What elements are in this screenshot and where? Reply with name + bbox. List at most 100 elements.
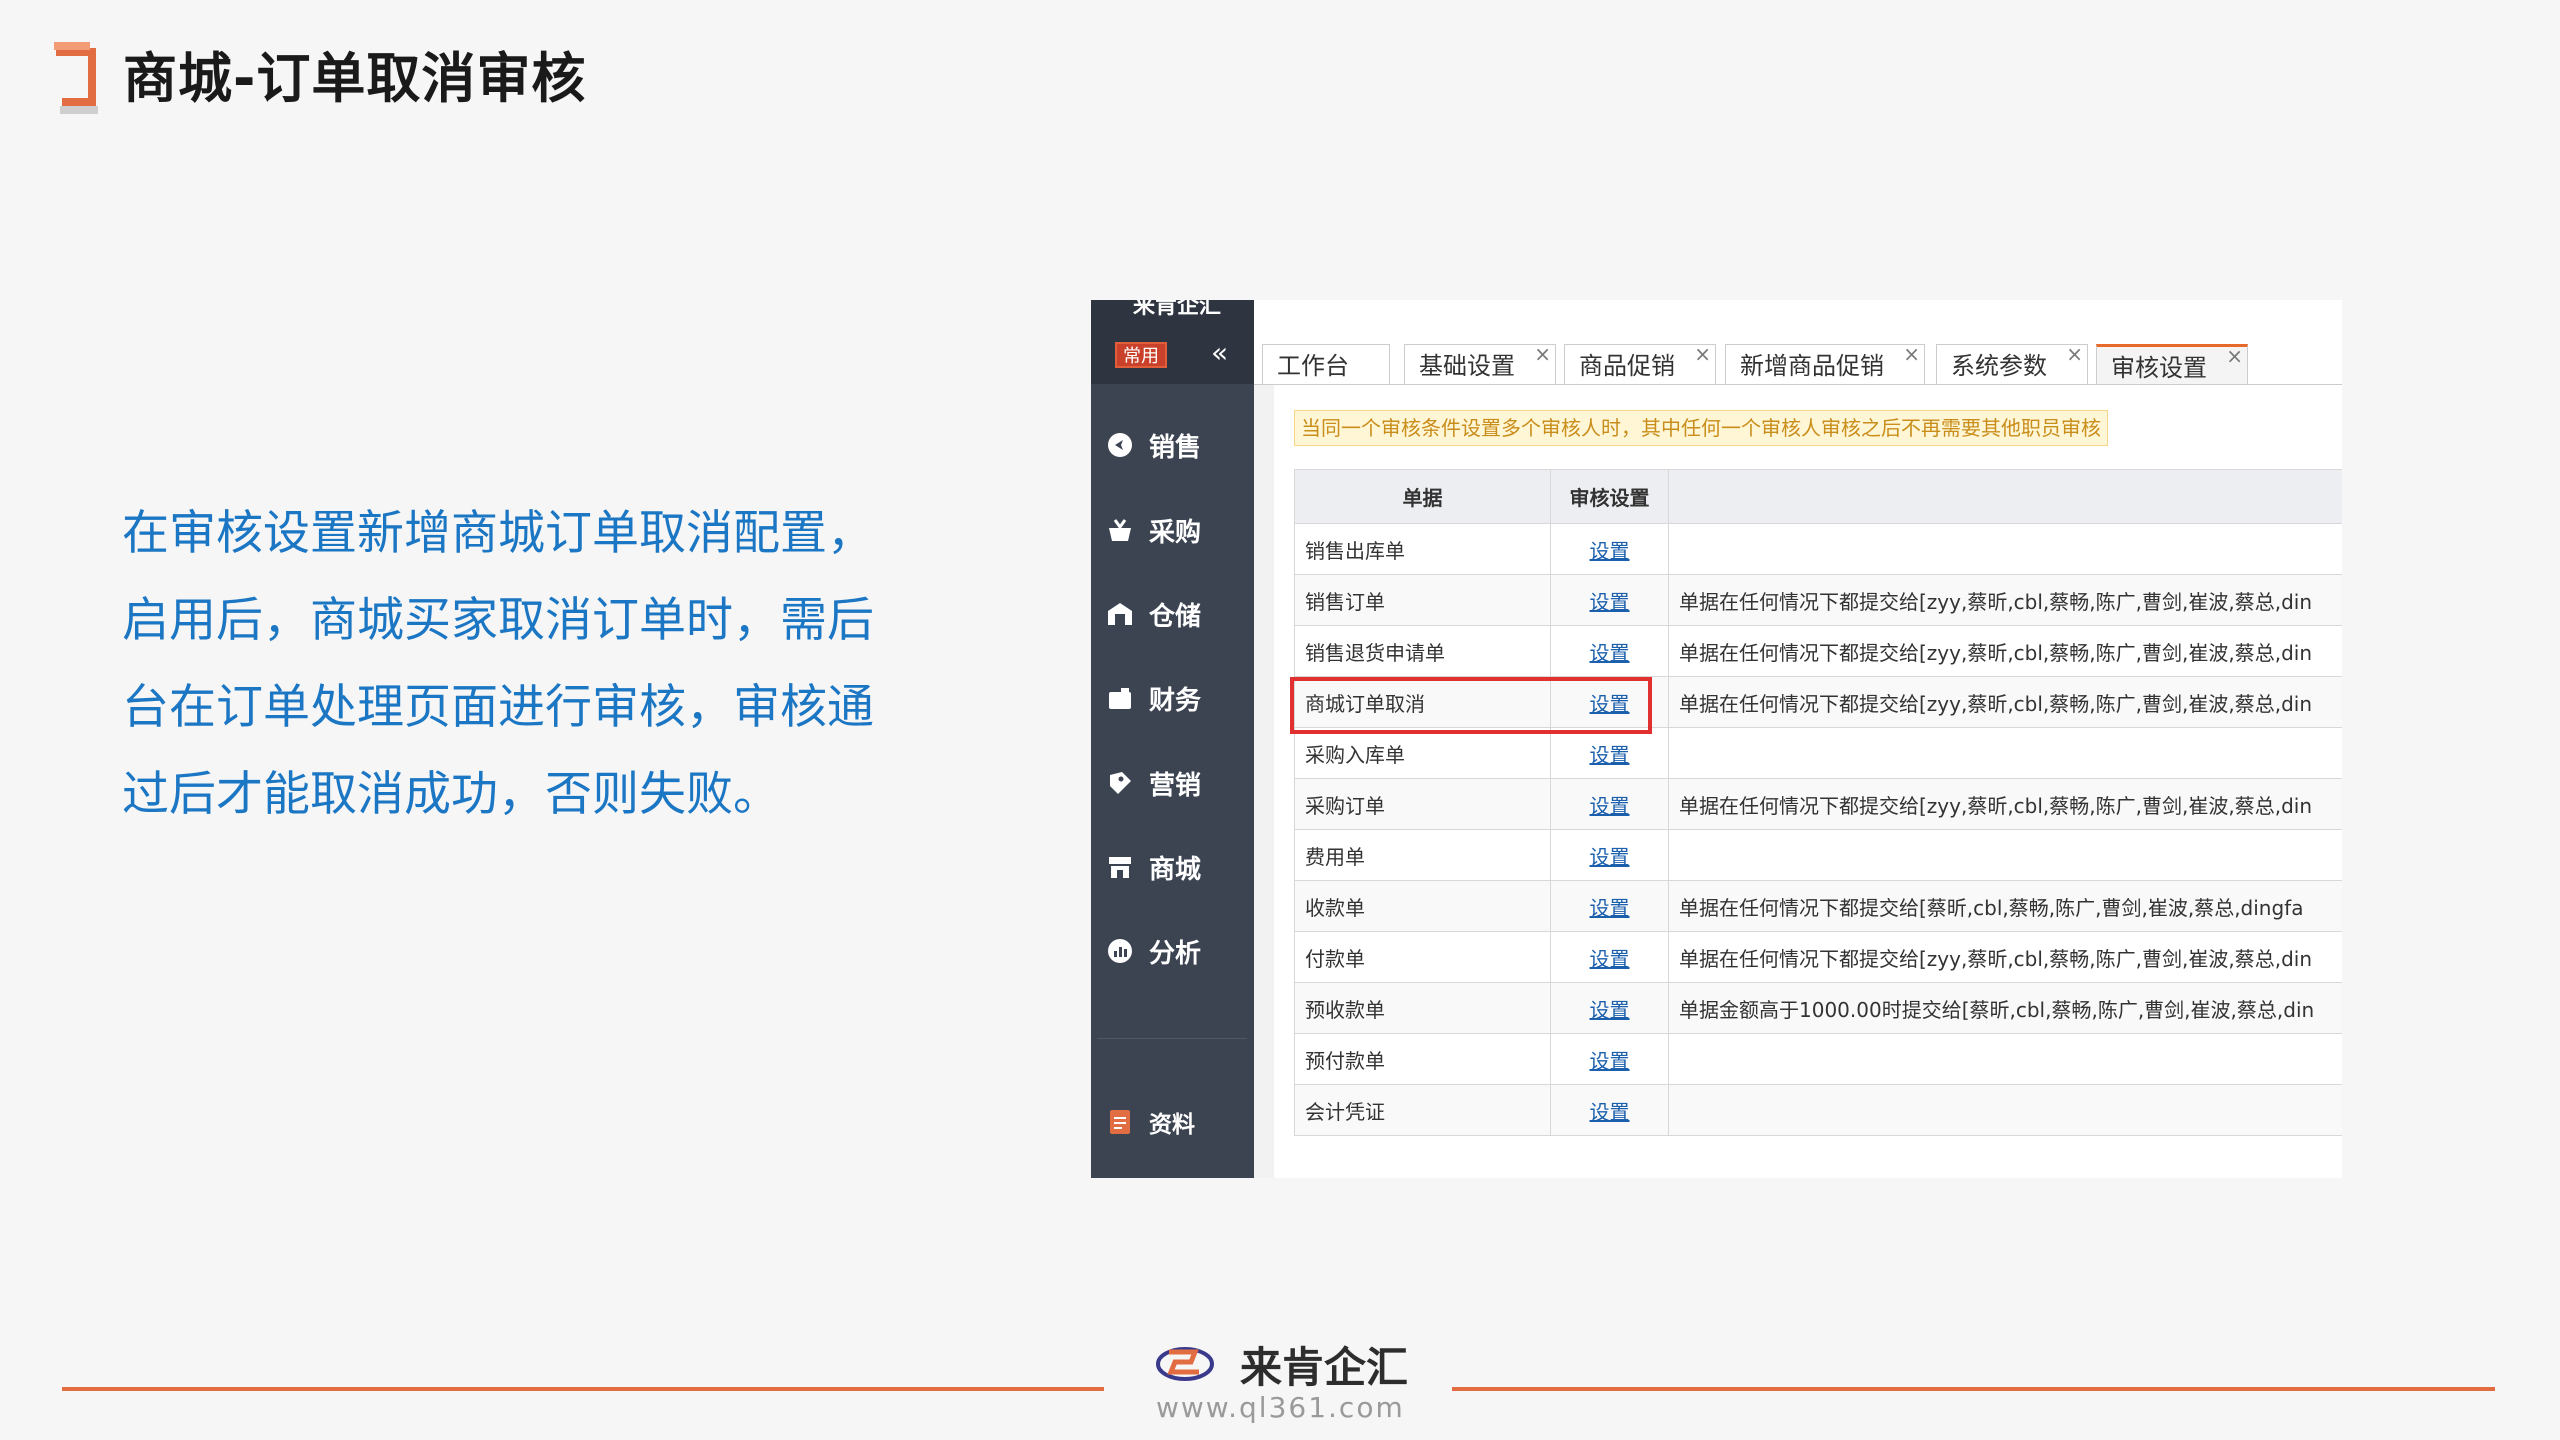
- settings-link[interactable]: 设置: [1590, 947, 1630, 971]
- table-row: 付款单 设置 单据在任何情况下都提交给[zyy,蔡昕,cbl,蔡畅,陈广,曹剑,崔波…: [1294, 931, 2342, 983]
- document-icon: [1105, 1107, 1135, 1137]
- notice-banner: 当同一个审核条件设置多个审核人时，其中任何一个审核人审核之后不再需要其他职员审核: [1294, 410, 2108, 446]
- action-cell: 设置: [1550, 931, 1669, 983]
- rule-cell: 单据在任何情况下都提交给[zyy,蔡昕,cbl,蔡畅,陈广,曹剑,崔波,蔡总,d…: [1668, 778, 2342, 830]
- tab-system-params[interactable]: 系统参数 ×: [1936, 342, 2088, 384]
- rule-cell: 单据在任何情况下都提交给[蔡昕,cbl,蔡畅,陈广,曹剑,崔波,蔡总,dingf…: [1668, 880, 2342, 932]
- document-cell: 销售订单: [1294, 574, 1551, 626]
- tab-bar: 工作台 基础设置 × 商品促销 × 新增商品促销 × 系统参数 × 审核设置 ×: [1254, 334, 2342, 385]
- document-cell: 预收款单: [1294, 982, 1551, 1034]
- table-row: 商城订单取消 设置 单据在任何情况下都提交给[zyy,蔡昕,cbl,蔡畅,陈广,曹剑…: [1294, 676, 2342, 728]
- column-header-document: 单据: [1294, 469, 1551, 524]
- action-cell: 设置: [1550, 982, 1669, 1034]
- settings-link[interactable]: 设置: [1590, 590, 1630, 614]
- page-title: 商城-订单取消审核: [123, 47, 587, 110]
- tab-label: 系统参数: [1951, 352, 2047, 380]
- rule-cell: 单据金额高于1000.00时提交给[蔡昕,cbl,蔡畅,陈广,曹剑,崔波,蔡总,…: [1668, 982, 2342, 1034]
- analysis-icon: [1105, 936, 1135, 966]
- close-icon[interactable]: ×: [1903, 333, 1920, 375]
- tab-product-promotion[interactable]: 商品促销 ×: [1564, 342, 1716, 384]
- common-menu-button[interactable]: 常用: [1115, 342, 1167, 368]
- settings-link[interactable]: 设置: [1590, 743, 1630, 767]
- sidebar-item-finance[interactable]: 财务: [1105, 678, 1201, 718]
- settings-link[interactable]: 设置: [1590, 1100, 1630, 1124]
- settings-link[interactable]: 设置: [1590, 896, 1630, 920]
- action-cell: 设置: [1550, 829, 1669, 881]
- document-cell: 收款单: [1294, 880, 1551, 932]
- rule-cell: 单据在任何情况下都提交给[zyy,蔡昕,cbl,蔡畅,陈广,曹剑,崔波,蔡总,d…: [1668, 676, 2342, 728]
- document-cell: 商城订单取消: [1294, 676, 1551, 728]
- purchase-icon: [1105, 515, 1135, 545]
- action-cell: 设置: [1550, 676, 1669, 728]
- settings-link[interactable]: 设置: [1590, 998, 1630, 1022]
- brand-logo-icon: [1156, 1347, 1214, 1381]
- sidebar-item-analysis[interactable]: 分析: [1105, 931, 1201, 971]
- settings-link[interactable]: 设置: [1590, 641, 1630, 665]
- tab-label: 新增商品促销: [1740, 352, 1884, 380]
- rule-cell: [1668, 829, 2342, 881]
- document-cell: 付款单: [1294, 931, 1551, 983]
- close-icon[interactable]: ×: [2226, 335, 2243, 377]
- tab-label: 商品促销: [1579, 352, 1675, 380]
- rule-cell: [1668, 1084, 2342, 1136]
- tab-workbench[interactable]: 工作台: [1262, 344, 1390, 384]
- document-cell: 采购入库单: [1294, 727, 1551, 779]
- description-line: 台在订单处理页面进行审核，审核通: [122, 680, 874, 735]
- table-row: 费用单 设置: [1294, 829, 2342, 881]
- settings-link[interactable]: 设置: [1590, 845, 1630, 869]
- settings-link[interactable]: 设置: [1590, 539, 1630, 563]
- tab-basic-settings[interactable]: 基础设置 ×: [1404, 342, 1556, 384]
- sidebar-item-label: 销售: [1149, 432, 1202, 463]
- close-icon[interactable]: ×: [1694, 333, 1711, 375]
- sidebar-item-label: 仓储: [1149, 601, 1202, 632]
- marketing-icon: [1105, 768, 1135, 798]
- description: 在审核设置新增商城订单取消配置， 启用后，商城买家取消订单时，需后 台在订单处理…: [122, 490, 922, 838]
- sales-icon: [1105, 430, 1135, 460]
- document-cell: 销售出库单: [1294, 523, 1551, 575]
- audit-settings-panel: 当同一个审核条件设置多个审核人时，其中任何一个审核人审核之后不再需要其他职员审核…: [1274, 385, 2342, 1178]
- document-cell: 预付款单: [1294, 1033, 1551, 1085]
- action-cell: 设置: [1550, 574, 1669, 626]
- table-row: 采购订单 设置 单据在任何情况下都提交给[zyy,蔡昕,cbl,蔡畅,陈广,曹剑,崔…: [1294, 778, 2342, 830]
- tab-audit-settings[interactable]: 审核设置 ×: [2096, 344, 2248, 384]
- sidebar-item-marketing[interactable]: 营销: [1105, 763, 1201, 803]
- footer-divider-right: [1452, 1387, 2495, 1391]
- description-line: 在审核设置新增商城订单取消配置，: [122, 506, 874, 561]
- description-line: 启用后，商城买家取消订单时，需后: [122, 593, 874, 648]
- sidebar-item-sales[interactable]: 销售: [1105, 425, 1201, 465]
- sidebar-item-label: 分析: [1149, 938, 1202, 969]
- table-row: 预收款单 设置 单据金额高于1000.00时提交给[蔡昕,cbl,蔡畅,陈广,曹剑,…: [1294, 982, 2342, 1034]
- sidebar-item-data[interactable]: 资料: [1105, 1102, 1195, 1142]
- document-cell: 会计凭证: [1294, 1084, 1551, 1136]
- sidebar-item-label: 商城: [1149, 854, 1202, 885]
- settings-link[interactable]: 设置: [1590, 1049, 1630, 1073]
- tab-new-product-promotion[interactable]: 新增商品促销 ×: [1725, 342, 1925, 384]
- column-header-rule: [1668, 469, 2342, 524]
- sidebar-item-label: 财务: [1149, 685, 1202, 716]
- app-screenshot: 来肯企汇 常用 « 销售 采购 仓储 财务 营销 商城 分析 资料 工作台 基础…: [1091, 300, 2342, 1178]
- action-cell: 设置: [1550, 1033, 1669, 1085]
- action-cell: 设置: [1550, 1084, 1669, 1136]
- rule-cell: [1668, 523, 2342, 575]
- table-row: 采购入库单 设置: [1294, 727, 2342, 779]
- description-line: 过后才能取消成功，否则失败。: [122, 767, 780, 822]
- settings-link[interactable]: 设置: [1590, 692, 1630, 716]
- double-chevron-left-icon[interactable]: «: [1211, 338, 1228, 368]
- sidebar-item-purchase[interactable]: 采购: [1105, 510, 1201, 550]
- sidebar-item-mall[interactable]: 商城: [1105, 847, 1201, 887]
- sidebar-item-warehouse[interactable]: 仓储: [1105, 594, 1201, 634]
- warehouse-icon: [1105, 599, 1135, 629]
- action-cell: 设置: [1550, 778, 1669, 830]
- sidebar: 来肯企汇 常用 « 销售 采购 仓储 财务 营销 商城 分析 资料: [1091, 300, 1254, 1178]
- close-icon[interactable]: ×: [2066, 333, 2083, 375]
- document-cell: 采购订单: [1294, 778, 1551, 830]
- action-cell: 设置: [1550, 727, 1669, 779]
- close-icon[interactable]: ×: [1534, 333, 1551, 375]
- app-logo: 来肯企汇: [1091, 300, 1254, 334]
- footer-url: www.ql361.com: [1156, 1391, 1405, 1424]
- action-cell: 设置: [1550, 523, 1669, 575]
- settings-link[interactable]: 设置: [1590, 794, 1630, 818]
- sidebar-item-label: 资料: [1149, 1112, 1195, 1138]
- audit-settings-table: 单据 审核设置 销售出库单 设置 销售订单 设置 单据在任何情况下都提交给[zyy,蔡…: [1294, 469, 2342, 1136]
- rule-cell: [1668, 1033, 2342, 1085]
